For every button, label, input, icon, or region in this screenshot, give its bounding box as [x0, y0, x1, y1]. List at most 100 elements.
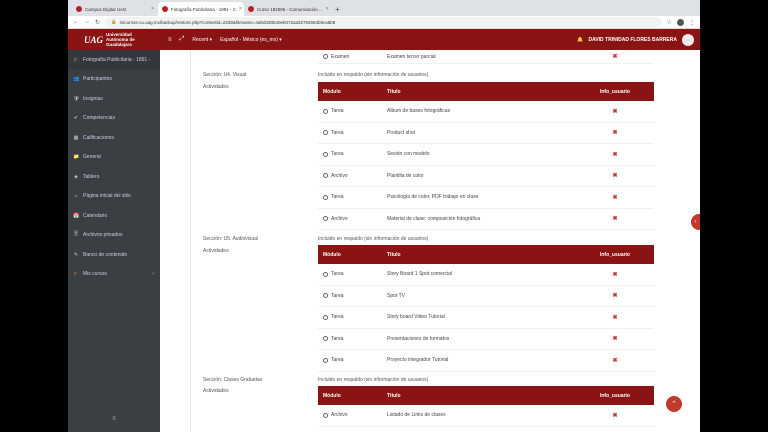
users-icon: 👥: [73, 76, 80, 83]
assignment-icon: [323, 357, 328, 363]
excluded-icon: ✖: [612, 293, 618, 300]
scroll-to-top-button[interactable]: ⌃: [666, 396, 682, 412]
excluded-icon: ✖: [612, 151, 618, 158]
favicon-icon: [162, 6, 168, 12]
module-label: Tarea: [331, 314, 344, 321]
sidebar-item-general[interactable]: 📁 General: [68, 148, 160, 168]
browser-tab-active[interactable]: Fotografía Publicitaria - 1891 - C ×: [158, 2, 244, 16]
expand-icon[interactable]: ⤢: [180, 36, 185, 43]
sidebar-item-competencies[interactable]: ✔ Competencias: [68, 109, 160, 129]
module-cell: Tarea: [318, 194, 387, 200]
calendar-icon: 📅: [73, 212, 80, 219]
module-label: Tarea: [331, 129, 344, 136]
recent-menu[interactable]: Recent ▾: [192, 37, 212, 43]
sidebar-item-label: Insignias: [83, 95, 103, 102]
module-label: Tarea: [331, 357, 344, 364]
pencil-icon: ✎: [73, 251, 79, 258]
new-tab-button[interactable]: +: [330, 5, 345, 16]
hamburger-menu-icon[interactable]: ≡: [168, 37, 172, 43]
site-header: UAG Universidad Autónoma de Guadalajara …: [68, 29, 700, 50]
header-module: Módulo: [323, 251, 341, 258]
browser-tab-campus[interactable]: Campus Digital UAG ×: [72, 2, 158, 16]
module-cell: Tarea: [318, 357, 387, 363]
table-row: Tarea Psicología de color, PDF trabajo en…: [318, 187, 654, 209]
table-row: Tarea Sesión con modelo ✖: [318, 144, 654, 166]
backup-note: Incluido en respaldo (sin información de…: [318, 377, 429, 383]
browser-window: Campus Digital UAG × Fotografía Publicita…: [68, 0, 700, 432]
sidebar-item-home[interactable]: ⌂ Página inicial del sitio: [68, 187, 160, 207]
sidebar-item-label: Fotografía Publicitaria - 1891 -: [83, 56, 151, 63]
excluded-icon: ✖: [612, 216, 618, 223]
user-menu[interactable]: 🔔 DAVID TRINIDAD FLORES BARRERA: [577, 33, 700, 46]
sidebar-item-label: Página inicial del sitio: [83, 193, 131, 200]
sidebar-item-label: Mis cursos: [83, 271, 107, 278]
forward-icon[interactable]: →: [84, 19, 90, 25]
excluded-icon: ✖: [612, 314, 618, 321]
title-cell: Sesión con modelo: [387, 151, 430, 158]
user-name: DAVID TRINIDAD FLORES BARRERA: [588, 36, 677, 43]
sidebar-item-dashboard[interactable]: ◈ Tablero: [68, 167, 160, 187]
close-tab-icon[interactable]: ×: [151, 6, 154, 12]
header-title: Título: [387, 392, 401, 399]
excluded-icon: ✖: [612, 54, 618, 60]
browser-tab-curso[interactable]: Curso 182595 - Comunicación ... ×: [244, 2, 330, 16]
reload-icon[interactable]: ↻: [95, 19, 100, 26]
url-field[interactable]: 🔒 micursos-cu.uag.mx/backup/restore.php?c…: [105, 17, 662, 27]
module-label: Archivo: [331, 412, 348, 419]
title-cell: Story Board 1 Spot comercial: [387, 271, 453, 278]
module-label: Archivo: [331, 172, 348, 179]
sidebar-item-private-files[interactable]: 🗎 Archivos privados: [68, 226, 160, 246]
language-menu[interactable]: Español - México (es_mx) ▾: [220, 37, 282, 43]
module-cell: Tarea: [318, 271, 387, 277]
back-icon[interactable]: ←: [73, 19, 79, 25]
graduation-cap-icon: 🎓: [73, 56, 80, 63]
sidebar-toggle-icon[interactable]: ≡: [68, 416, 160, 422]
excluded-icon: ✖: [612, 130, 618, 137]
sidebar-item-calendar[interactable]: 📅 Calendario: [68, 206, 160, 226]
sidebar: 🎓 Fotografía Publicitaria - 1891 - 👥 Parti…: [68, 50, 160, 432]
check-icon: ✔: [73, 115, 79, 122]
assignment-icon: [323, 271, 328, 277]
folder-icon: 📁: [73, 154, 80, 161]
profile-icon[interactable]: [677, 18, 684, 26]
section-subtitle: Actividades: [203, 388, 229, 394]
activities-table: Módulo Título Info_usuario Tarea Story Bo…: [318, 245, 654, 372]
excluded-icon: ✖: [612, 194, 618, 201]
sidebar-item-course[interactable]: 🎓 Fotografía Publicitaria - 1891 -: [68, 50, 160, 70]
bell-icon[interactable]: 🔔: [577, 37, 583, 43]
bookmark-star-icon[interactable]: ☆: [667, 19, 672, 26]
sidebar-item-content-bank[interactable]: ✎ Banco de contenido: [68, 245, 160, 265]
avatar[interactable]: [682, 33, 694, 46]
module-label: Tarea: [331, 108, 344, 115]
module-label: Tarea: [331, 194, 344, 201]
table-row: Archivo Material de clase: composición fo…: [318, 209, 654, 230]
excluded-icon: ✖: [612, 271, 618, 278]
title-cell: Material de clase: composición fotográfi…: [387, 215, 481, 222]
title-cell: Listado de Links de clases: [387, 412, 446, 419]
university-logo[interactable]: UAG Universidad Autónoma de Guadalajara: [68, 32, 160, 47]
section-title: Sección: U5. Audiovisual: [203, 236, 259, 242]
section-title: Sección: Clases Grabadas: [203, 377, 263, 383]
activities-table: Módulo Título Info_usuario Tarea Album de…: [318, 82, 654, 230]
close-tab-icon[interactable]: ×: [326, 6, 329, 12]
sidebar-item-label: Archivos privados: [83, 232, 123, 239]
header-info: Info_usuario: [599, 392, 630, 399]
previous-table-tail: Examen Examen tercer parcial ✖: [318, 50, 654, 64]
sidebar-item-label: Competencias: [83, 115, 115, 122]
tab-title: Campus Digital UAG: [85, 6, 127, 12]
drawer-toggle-button[interactable]: ‹: [691, 214, 700, 230]
excluded-icon: ✖: [612, 336, 618, 343]
sidebar-item-grades[interactable]: ▦ Calificaciones: [68, 128, 160, 148]
sidebar-item-participants[interactable]: 👥 Participantes: [68, 70, 160, 90]
module-cell: Archivo: [318, 173, 387, 179]
section-title: Sección: U4. Visual: [203, 72, 247, 78]
excluded-icon: ✖: [612, 357, 618, 364]
close-tab-icon[interactable]: ×: [239, 6, 242, 12]
module-label: Archivo: [331, 215, 348, 222]
sidebar-item-label: Tablero: [83, 173, 100, 180]
sidebar-item-my-courses[interactable]: 🎓 Mis cursos ›: [68, 265, 160, 285]
browser-menu-icon[interactable]: ⋮: [689, 19, 695, 26]
backup-note: Incluido en respaldo (sin información de…: [318, 236, 429, 242]
table-row: Tarea Album de bases fotográficas ✖: [318, 101, 654, 123]
sidebar-item-badges[interactable]: 🛡 Insignias: [68, 89, 160, 109]
